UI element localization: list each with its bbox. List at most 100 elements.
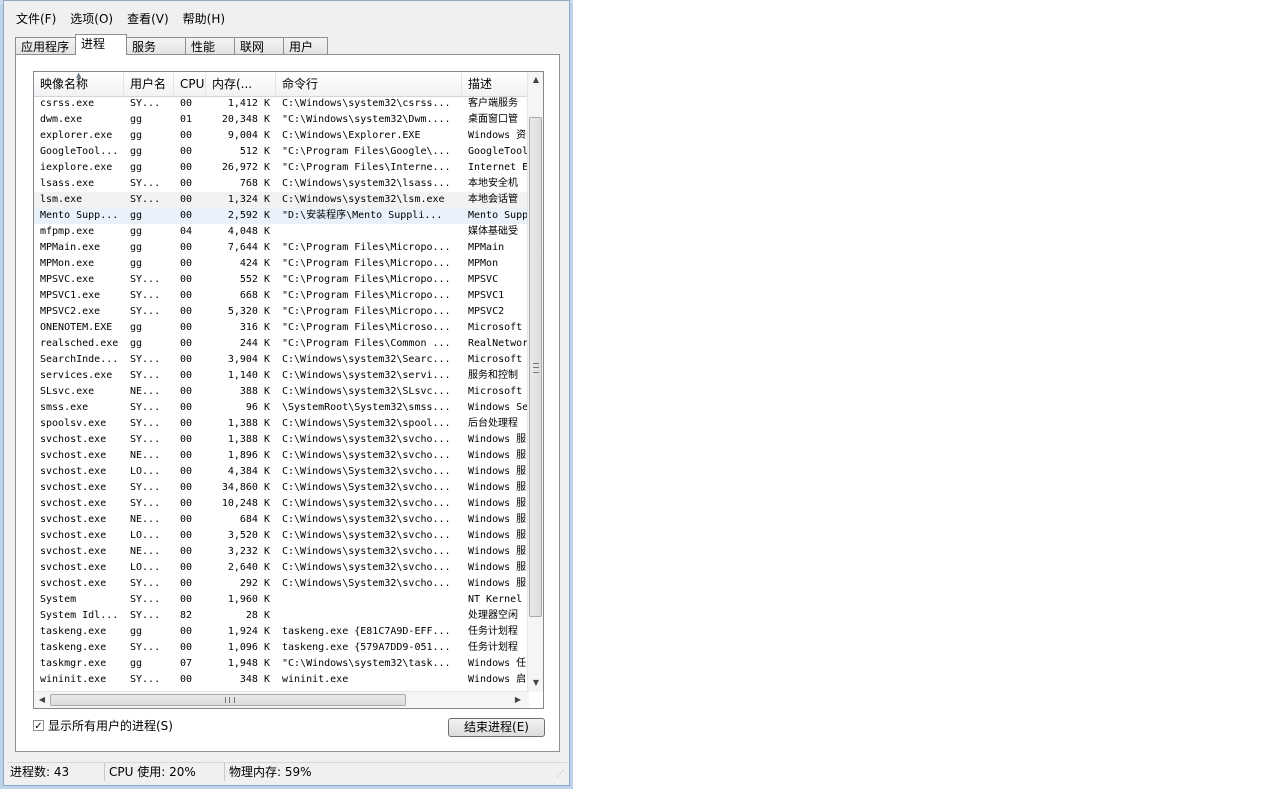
- scroll-up-icon[interactable]: ▲: [528, 75, 543, 84]
- process-list[interactable]: ▲ 映像名称 用户名 CPU 内存(... 命令行 描述 csrss.exe SY…: [33, 71, 544, 709]
- table-row[interactable]: svchost.exe NE... 00 3,232 K C:\Windows\syst…: [34, 544, 529, 560]
- table-row[interactable]: MPSVC.exe SY... 00 552 K "C:\Program Files\M…: [34, 272, 529, 288]
- table-row[interactable]: dwm.exe gg 01 20,348 K "C:\Windows\system32\…: [34, 112, 529, 128]
- table-row[interactable]: lsm.exe SY... 00 1,324 K C:\Windows\system32…: [34, 192, 529, 208]
- table-row[interactable]: spoolsv.exe SY... 00 1,388 K C:\Windows\Syst…: [34, 416, 529, 432]
- table-row[interactable]: svchost.exe SY... 00 1,388 K C:\Windows\syst…: [34, 432, 529, 448]
- table-row[interactable]: smss.exe SY... 00 96 K \SystemRoot\System32\…: [34, 400, 529, 416]
- process-user: gg: [130, 322, 143, 333]
- menu-help[interactable]: 帮助(H): [176, 9, 232, 29]
- process-description: Windows 服: [468, 578, 527, 589]
- process-name: smss.exe: [40, 402, 89, 413]
- tab-networking[interactable]: 联网: [234, 37, 284, 55]
- process-name: System: [40, 594, 77, 605]
- process-memory: 348 K: [239, 674, 270, 685]
- process-cpu: 00: [180, 466, 193, 477]
- process-command-line: taskeng.exe {579A7DD9-051...: [282, 642, 451, 653]
- table-row[interactable]: System Idl... SY... 82 28 K 处理器空闲: [34, 608, 529, 624]
- table-row[interactable]: System SY... 00 1,960 K NT Kernel: [34, 592, 529, 608]
- table-row[interactable]: MPSVC2.exe SY... 00 5,320 K "C:\Program File…: [34, 304, 529, 320]
- table-row[interactable]: wininit.exe SY... 00 348 K wininit.exe Window…: [34, 672, 529, 688]
- column-header-description[interactable]: 描述: [462, 72, 529, 96]
- process-command-line: C:\Windows\system32\csrss...: [282, 98, 451, 109]
- process-memory: 4,384 K: [227, 466, 270, 477]
- column-header-command-line[interactable]: 命令行: [276, 72, 462, 96]
- table-row[interactable]: mfpmp.exe gg 04 4,048 K 媒体基础受: [34, 224, 529, 240]
- process-name: lsass.exe: [40, 178, 95, 189]
- table-row[interactable]: SearchInde... SY... 00 3,904 K C:\Windows\sy…: [34, 352, 529, 368]
- process-command-line: C:\Windows\system32\svcho...: [282, 562, 451, 573]
- process-command-line: C:\Windows\system32\servi...: [282, 370, 451, 381]
- process-description: 后台处理程: [468, 418, 518, 429]
- resize-grip-icon[interactable]: ⋰: [556, 769, 566, 779]
- column-header-memory[interactable]: 内存(...: [206, 72, 276, 96]
- end-process-button[interactable]: 结束进程(E): [448, 718, 545, 737]
- table-row[interactable]: svchost.exe SY... 00 10,248 K C:\Windows\sys…: [34, 496, 529, 512]
- process-description: 桌面窗口管: [468, 114, 518, 125]
- process-memory: 3,520 K: [227, 530, 270, 541]
- process-command-line: "C:\Program Files\Micropo...: [282, 258, 451, 269]
- table-row[interactable]: SLsvc.exe NE... 00 388 K C:\Windows\system32…: [34, 384, 529, 400]
- table-row[interactable]: explorer.exe gg 00 9,004 K C:\Windows\Explor…: [34, 128, 529, 144]
- process-cpu: 00: [180, 578, 193, 589]
- show-all-users-checkbox[interactable]: ✓: [33, 720, 44, 732]
- tab-users[interactable]: 用户: [283, 37, 328, 55]
- menu-options[interactable]: 选项(O): [63, 9, 120, 29]
- menu-view[interactable]: 查看(V): [120, 9, 176, 29]
- process-memory: 1,324 K: [227, 194, 270, 205]
- scroll-right-icon[interactable]: ▶: [510, 695, 526, 704]
- process-cpu: 00: [180, 594, 193, 605]
- show-all-users-option[interactable]: ✓ 显示所有用户的进程(S): [33, 717, 173, 734]
- table-row[interactable]: Mento Supp... gg 00 2,592 K "D:\安装程序\Mento S…: [34, 208, 529, 224]
- menu-file[interactable]: 文件(F): [9, 9, 63, 29]
- process-cpu: 07: [180, 658, 193, 669]
- process-cpu: 00: [180, 530, 193, 541]
- table-row[interactable]: iexplore.exe gg 00 26,972 K "C:\Program File…: [34, 160, 529, 176]
- status-cpu-usage: CPU 使用: 20%: [105, 763, 225, 781]
- scroll-down-icon[interactable]: ▼: [528, 678, 543, 687]
- table-row[interactable]: MPMon.exe gg 00 424 K "C:\Program Files\Micr…: [34, 256, 529, 272]
- table-row[interactable]: realsched.exe gg 00 244 K "C:\Program Files\…: [34, 336, 529, 352]
- table-row[interactable]: svchost.exe SY... 00 34,860 K C:\Windows\Sys…: [34, 480, 529, 496]
- column-header-cpu[interactable]: CPU: [174, 72, 206, 96]
- table-row[interactable]: csrss.exe SY... 00 1,412 K C:\Windows\system…: [34, 96, 529, 112]
- table-row[interactable]: taskmgr.exe gg 07 1,948 K "C:\Windows\system…: [34, 656, 529, 672]
- process-user: SY...: [130, 674, 161, 685]
- process-cpu: 00: [180, 626, 193, 637]
- tab-services[interactable]: 服务: [126, 37, 186, 55]
- table-row[interactable]: ONENOTEM.EXE gg 00 316 K "C:\Program Files\M…: [34, 320, 529, 336]
- process-command-line: "C:\Windows\system32\task...: [282, 658, 451, 669]
- process-name: svchost.exe: [40, 514, 107, 525]
- vertical-scrollbar[interactable]: ▲ ▼: [527, 72, 543, 692]
- column-header-image-name[interactable]: ▲ 映像名称: [34, 72, 124, 96]
- table-row[interactable]: svchost.exe LO... 00 3,520 K C:\Windows\syst…: [34, 528, 529, 544]
- process-memory: 3,232 K: [227, 546, 270, 557]
- tab-applications[interactable]: 应用程序: [15, 37, 76, 55]
- process-name: MPSVC1.exe: [40, 290, 101, 301]
- process-memory: 9,004 K: [227, 130, 270, 141]
- vertical-scroll-thumb[interactable]: [529, 117, 542, 617]
- table-row[interactable]: svchost.exe LO... 00 4,384 K C:\Windows\Syst…: [34, 464, 529, 480]
- table-row[interactable]: MPMain.exe gg 00 7,644 K "C:\Program Files\M…: [34, 240, 529, 256]
- tab-processes[interactable]: 进程: [75, 34, 127, 55]
- table-row[interactable]: taskeng.exe gg 00 1,924 K taskeng.exe {E81C7…: [34, 624, 529, 640]
- scroll-left-icon[interactable]: ◀: [34, 695, 50, 704]
- table-row[interactable]: svchost.exe NE... 00 1,896 K C:\Windows\syst…: [34, 448, 529, 464]
- table-row[interactable]: svchost.exe LO... 00 2,640 K C:\Windows\syst…: [34, 560, 529, 576]
- column-header-user[interactable]: 用户名: [124, 72, 174, 96]
- process-memory: 2,640 K: [227, 562, 270, 573]
- table-row[interactable]: taskeng.exe SY... 00 1,096 K taskeng.exe {57…: [34, 640, 529, 656]
- table-row[interactable]: svchost.exe SY... 00 292 K C:\Windows\System…: [34, 576, 529, 592]
- table-row[interactable]: lsass.exe SY... 00 768 K C:\Windows\system32…: [34, 176, 529, 192]
- tab-performance[interactable]: 性能: [185, 37, 235, 55]
- process-cpu: 00: [180, 386, 193, 397]
- horizontal-scrollbar[interactable]: ◀ ▶: [34, 691, 529, 708]
- table-row[interactable]: MPSVC1.exe SY... 00 668 K "C:\Program Files\…: [34, 288, 529, 304]
- table-row[interactable]: svchost.exe NE... 00 684 K C:\Windows\system…: [34, 512, 529, 528]
- sort-up-icon: ▲: [76, 72, 82, 79]
- process-description: MPMain: [468, 242, 505, 253]
- horizontal-scroll-thumb[interactable]: [50, 694, 406, 706]
- process-memory: 684 K: [239, 514, 270, 525]
- table-row[interactable]: GoogleTool... gg 00 512 K "C:\Program Files\…: [34, 144, 529, 160]
- table-row[interactable]: services.exe SY... 00 1,140 K C:\Windows\sys…: [34, 368, 529, 384]
